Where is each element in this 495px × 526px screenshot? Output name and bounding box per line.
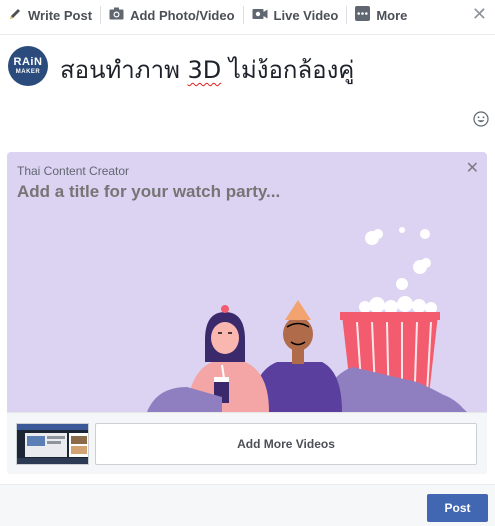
tab-add-photo-video[interactable]: Add Photo/Video [101,0,242,30]
post-button[interactable]: Post [427,494,488,522]
post-text-part: ไม่ง้อกล้องคู่ [221,56,355,84]
watch-party-footer: Add More Videos [7,412,487,474]
watch-party-title-input[interactable] [17,182,457,202]
tab-more[interactable]: More [347,0,415,30]
tab-label: More [376,7,408,23]
avatar-logo-line2: MAKER [15,69,41,75]
video-thumbnail[interactable] [16,423,89,465]
close-icon[interactable]: ✕ [466,158,479,178]
close-icon[interactable]: ✕ [472,5,487,23]
watch-party-owner: Thai Content Creator [17,164,130,178]
tab-write-post[interactable]: Write Post [0,0,100,30]
post-text-input[interactable]: สอนทำภาพ 3D ไม่ง้อกล้องคู่ [60,50,354,89]
divider [0,34,495,35]
avatar-logo-line1: RAiN [13,56,43,68]
camera-icon [109,7,124,23]
video-camera-icon [252,8,268,23]
watch-party-illustration [147,227,467,412]
watch-party-card: Thai Content Creator ✕ [7,152,487,474]
tab-label: Live Video [273,7,339,23]
tab-label: Add Photo/Video [130,7,235,23]
post-text-misspelled: 3D [187,56,222,84]
pencil-icon [8,7,22,24]
post-text-part: สอนทำภาพ [60,56,188,84]
tab-label: Write Post [28,7,93,23]
avatar[interactable]: RAiN MAKER [8,46,48,86]
composer-footer: Post [0,484,495,526]
add-more-videos-button[interactable]: Add More Videos [95,423,477,465]
emoji-icon[interactable] [473,111,489,127]
more-dots-icon [355,6,371,24]
tab-live-video[interactable]: Live Video [244,0,347,30]
composer-tabbar: Write Post Add Photo/Video Live Video Mo… [0,0,495,30]
